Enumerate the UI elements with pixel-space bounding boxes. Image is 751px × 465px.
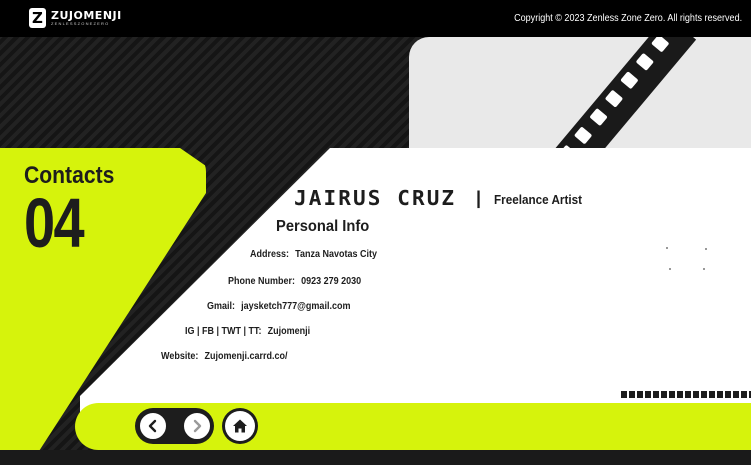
social-label: IG | FB | TWT | TT: bbox=[185, 326, 262, 337]
address-value: Tanza Navotas City bbox=[295, 249, 377, 260]
phone-label: Phone Number: bbox=[228, 276, 296, 287]
home-button[interactable] bbox=[222, 408, 258, 444]
contacts-number: 04 bbox=[24, 184, 85, 262]
previous-button[interactable] bbox=[138, 411, 168, 441]
gmail-value[interactable]: jaysketch777@gmail.com bbox=[241, 301, 350, 312]
chevron-left-icon bbox=[148, 419, 157, 433]
website-row: Website: Zujomenji.carrd.co/ bbox=[161, 351, 287, 362]
website-label: Website: bbox=[161, 351, 199, 362]
phone-value: 0923 279 2030 bbox=[301, 276, 362, 287]
logo-icon bbox=[29, 8, 46, 28]
logo-subtitle: ZENLESSZONEZERO bbox=[51, 21, 110, 26]
next-button[interactable] bbox=[182, 411, 212, 441]
barcode-decoration bbox=[621, 391, 751, 398]
social-value[interactable]: Zujomenji bbox=[268, 326, 311, 337]
home-icon bbox=[233, 419, 247, 433]
film-strip-panel bbox=[409, 37, 751, 157]
decor-dot bbox=[666, 247, 668, 249]
logo[interactable]: ZUJOMENJI ZENLESSZONEZERO bbox=[29, 8, 122, 28]
top-bar: ZUJOMENJI ZENLESSZONEZERO Copyright © 20… bbox=[0, 0, 751, 37]
film-strip-icon bbox=[499, 37, 697, 157]
bottom-stripe-band bbox=[0, 450, 751, 465]
decor-dot bbox=[705, 248, 707, 250]
gmail-label: Gmail: bbox=[207, 301, 236, 312]
personal-info-title: Personal Info bbox=[276, 218, 370, 235]
profile-role: Freelance Artist bbox=[494, 192, 583, 207]
address-row: Address: Tanza Navotas City bbox=[250, 249, 377, 260]
logo-name: ZUJOMENJI bbox=[51, 9, 122, 22]
name-divider: | bbox=[476, 188, 482, 208]
decor-dot bbox=[703, 268, 705, 270]
chevron-right-icon bbox=[193, 419, 202, 433]
decor-dot bbox=[669, 268, 671, 270]
social-row: IG | FB | TWT | TT: Zujomenji bbox=[185, 326, 310, 337]
profile-name: JAIRUS CRUZ bbox=[294, 186, 457, 210]
website-link[interactable]: Zujomenji.carrd.co/ bbox=[204, 351, 287, 362]
address-label: Address: bbox=[250, 249, 290, 260]
gmail-row: Gmail: jaysketch777@gmail.com bbox=[207, 301, 350, 312]
phone-row: Phone Number: 0923 279 2030 bbox=[228, 276, 361, 287]
copyright-text: Copyright © 2023 Zenless Zone Zero. All … bbox=[513, 12, 742, 24]
